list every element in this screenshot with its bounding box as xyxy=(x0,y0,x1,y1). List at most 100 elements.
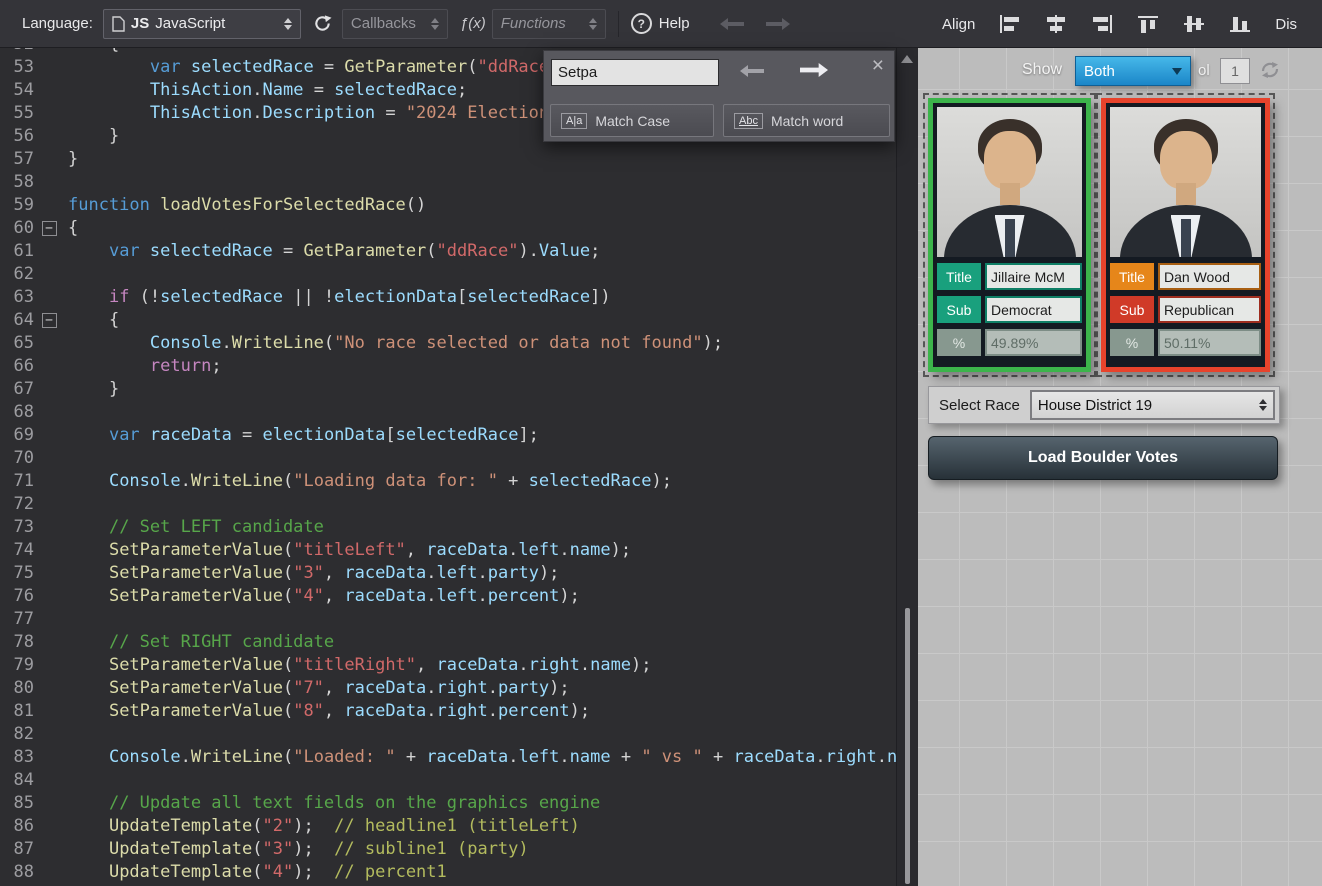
code-line[interactable]: 86 UpdateTemplate("2"); // headline1 (ti… xyxy=(0,815,896,838)
line-number: 87 xyxy=(0,838,34,861)
counter-field[interactable]: 1 xyxy=(1220,58,1250,84)
code-line[interactable]: 80 SetParameterValue("7", raceData.right… xyxy=(0,677,896,700)
find-previous-icon[interactable] xyxy=(740,65,764,77)
code-line[interactable]: 68 xyxy=(0,401,896,424)
code-editor[interactable]: 52 {53 var selectedRace = GetParameter("… xyxy=(0,48,897,886)
code-line[interactable]: 63 if (!selectedRace || !electionData[se… xyxy=(0,286,896,309)
scroll-up-icon[interactable] xyxy=(901,55,913,63)
align-left-icon[interactable] xyxy=(999,15,1021,33)
search-input[interactable] xyxy=(551,59,719,86)
code-line[interactable]: 71 Console.WriteLine("Loading data for: … xyxy=(0,470,896,493)
fold-marker[interactable]: − xyxy=(42,313,57,328)
line-number: 58 xyxy=(0,171,34,194)
code-line[interactable]: 61 var selectedRace = GetParameter("ddRa… xyxy=(0,240,896,263)
code-line[interactable]: 83 Console.WriteLine("Loaded: " + raceDa… xyxy=(0,746,896,769)
percent-input[interactable]: 49.89% xyxy=(985,329,1082,356)
distribute-label-partial: Dis xyxy=(1275,16,1297,33)
code-line[interactable]: 73 // Set LEFT candidate xyxy=(0,516,896,539)
editor-scrollbar[interactable] xyxy=(897,48,918,886)
code-line[interactable]: 79 SetParameterValue("titleRight", raceD… xyxy=(0,654,896,677)
code-line[interactable]: 87 UpdateTemplate("3"); // subline1 (par… xyxy=(0,838,896,861)
code-line[interactable]: 72 xyxy=(0,493,896,516)
align-right-icon[interactable] xyxy=(1091,15,1113,33)
line-number: 54 xyxy=(0,79,34,102)
match-word-label: Match word xyxy=(771,113,843,129)
navigate-back-icon[interactable] xyxy=(720,18,744,30)
code-line[interactable]: 60−{ xyxy=(0,217,896,240)
chevron-updown-icon xyxy=(284,18,292,30)
toolbar-separator xyxy=(618,11,619,37)
code-line[interactable]: 76 SetParameterValue("4", raceData.left.… xyxy=(0,585,896,608)
rotate-icon[interactable] xyxy=(1258,58,1282,82)
percent-field-label: % xyxy=(1110,329,1154,356)
code-line[interactable]: 84 xyxy=(0,769,896,792)
navigate-forward-icon[interactable] xyxy=(766,18,790,30)
code-line[interactable]: 85 // Update all text fields on the grap… xyxy=(0,792,896,815)
sub-input[interactable]: Democrat xyxy=(985,296,1082,323)
code-line[interactable]: 67 } xyxy=(0,378,896,401)
line-number: 82 xyxy=(0,723,34,746)
line-number: 78 xyxy=(0,631,34,654)
align-toolbar: Align Dis xyxy=(942,0,1297,48)
code-line[interactable]: 69 var raceData = electionData[selectedR… xyxy=(0,424,896,447)
code-line[interactable]: 88 UpdateTemplate("4"); // percent1 xyxy=(0,861,896,884)
functions-dropdown[interactable]: Functions xyxy=(492,9,606,39)
line-number: 73 xyxy=(0,516,34,539)
select-race-group: Select Race House District 19 xyxy=(928,386,1280,424)
candidate-card-right[interactable]: Title Dan Wood Sub Republican % 50.11% xyxy=(1101,98,1270,372)
line-number: 75 xyxy=(0,562,34,585)
race-dropdown[interactable]: House District 19 xyxy=(1030,390,1275,420)
match-word-button[interactable]: Abc Match word xyxy=(723,104,890,137)
code-line[interactable]: 58 xyxy=(0,171,896,194)
candidate-card-left[interactable]: Title Jillaire McM Sub Democrat % 49.89% xyxy=(928,98,1091,372)
show-label: Show xyxy=(1022,61,1062,79)
callbacks-dropdown[interactable]: Callbacks xyxy=(342,9,448,39)
code-line[interactable]: 78 // Set RIGHT candidate xyxy=(0,631,896,654)
functions-dropdown-value: Functions xyxy=(501,15,566,32)
show-dropdown-value: Both xyxy=(1084,63,1115,80)
code-line[interactable]: 81 SetParameterValue("8", raceData.right… xyxy=(0,700,896,723)
title-input[interactable]: Jillaire McM xyxy=(985,263,1082,290)
help-button[interactable]: ? Help xyxy=(631,13,690,34)
align-bottom-icon[interactable] xyxy=(1229,15,1251,33)
code-line[interactable]: 75 SetParameterValue("3", raceData.left.… xyxy=(0,562,896,585)
code-line[interactable]: 59function loadVotesForSelectedRace() xyxy=(0,194,896,217)
line-number: 69 xyxy=(0,424,34,447)
code-line[interactable]: 65 Console.WriteLine("No race selected o… xyxy=(0,332,896,355)
align-top-icon[interactable] xyxy=(1137,15,1159,33)
design-canvas[interactable]: Show Both ol 1 Title Jillaire McM Su xyxy=(918,48,1322,886)
fold-marker[interactable]: − xyxy=(42,221,57,236)
line-number: 52 xyxy=(0,48,34,56)
code-line[interactable]: 66 return; xyxy=(0,355,896,378)
percent-input[interactable]: 50.11% xyxy=(1158,329,1261,356)
find-next-icon[interactable] xyxy=(800,63,828,77)
line-number: 74 xyxy=(0,539,34,562)
line-number: 61 xyxy=(0,240,34,263)
align-middle-vertical-icon[interactable] xyxy=(1183,15,1205,33)
refresh-button[interactable] xyxy=(313,14,332,33)
match-case-label: Match Case xyxy=(595,113,670,129)
align-center-horizontal-icon[interactable] xyxy=(1045,15,1067,33)
code-line[interactable]: 82 xyxy=(0,723,896,746)
code-line[interactable]: 57} xyxy=(0,148,896,171)
line-number: 85 xyxy=(0,792,34,815)
code-line[interactable]: 62 xyxy=(0,263,896,286)
scrollbar-thumb[interactable] xyxy=(905,608,910,884)
code-line[interactable]: 77 xyxy=(0,608,896,631)
sub-input[interactable]: Republican xyxy=(1158,296,1261,323)
spinner-updown-icon xyxy=(1259,399,1267,411)
show-dropdown[interactable]: Both xyxy=(1075,56,1191,86)
line-number: 72 xyxy=(0,493,34,516)
line-number: 56 xyxy=(0,125,34,148)
code-line[interactable]: 74 SetParameterValue("titleLeft", raceDa… xyxy=(0,539,896,562)
sub-field-label: Sub xyxy=(937,296,981,323)
code-line[interactable]: 64− { xyxy=(0,309,896,332)
line-number: 62 xyxy=(0,263,34,286)
load-votes-button[interactable]: Load Boulder Votes xyxy=(928,436,1278,480)
close-icon[interactable]: × xyxy=(872,55,884,76)
code-line[interactable]: 70 xyxy=(0,447,896,470)
align-label: Align xyxy=(942,16,975,33)
title-input[interactable]: Dan Wood xyxy=(1158,263,1261,290)
match-case-button[interactable]: A|a Match Case xyxy=(550,104,714,137)
language-dropdown[interactable]: JS JavaScript xyxy=(103,9,301,39)
